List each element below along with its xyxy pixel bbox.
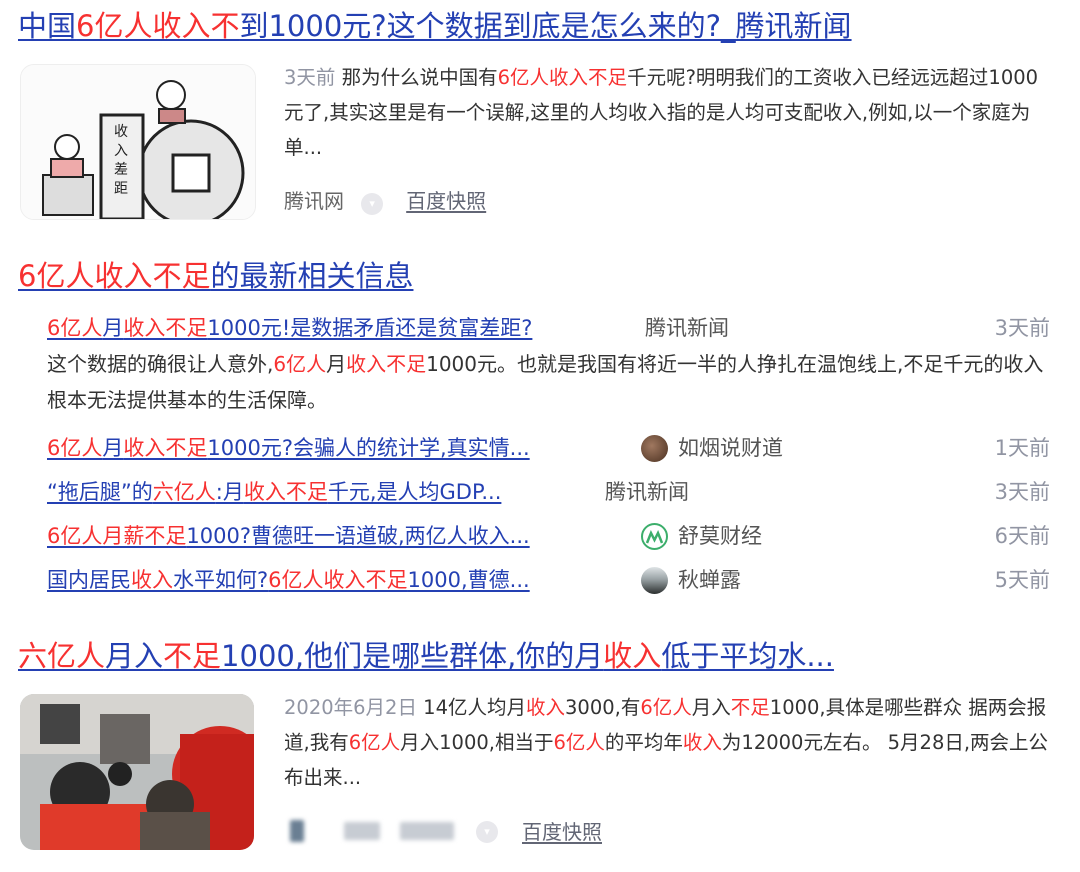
text-run: 月 <box>102 316 124 340</box>
news-item-date: 5天前 <box>994 568 1050 592</box>
result-thumbnail-3[interactable] <box>20 694 254 850</box>
result-title-3[interactable]: 六亿人月入不足1000,他们是哪些群体,你的月收入低于平均水... <box>18 636 834 676</box>
highlight-text: 6亿人 <box>273 352 327 376</box>
news-item-title[interactable]: 国内居民收入水平如何?6亿人收入不足1000,曹德... <box>47 562 530 598</box>
text-run: 3000,有 <box>565 696 641 719</box>
highlight-text: 不足 <box>730 696 770 719</box>
result-snippet-1: 3天前 那为什么说中国有6亿人收入不足千元呢?明明我们的工资收入已经远远超过10… <box>284 60 1054 165</box>
snapshot-link-3[interactable]: 百度快照 <box>522 816 602 848</box>
news-item-title[interactable]: 6亿人月收入不足1000元?会骗人的统计学,真实情... <box>47 430 530 466</box>
news-item-date: 1天前 <box>994 436 1050 460</box>
text-run: 1000?曹德旺一语道破,两亿人收入... <box>186 524 530 548</box>
news-item-top[interactable]: 6亿人月收入不足1000元!是数据矛盾还是贫富差距? 腾讯新闻 3天前 <box>47 310 1050 346</box>
highlight-text: 收入 <box>131 568 173 592</box>
text-run: 1000,他们是哪些群体,你的月 <box>221 639 604 673</box>
news-item-source: 腾讯新闻 <box>645 316 729 340</box>
news-item-date: 6天前 <box>994 524 1050 548</box>
highlight-text: 六亿人 <box>152 480 216 504</box>
blurred-source-icon <box>290 820 304 842</box>
result-source-1[interactable]: 腾讯网 <box>284 189 344 213</box>
highlight-text: 收入 <box>682 731 722 754</box>
news-section-title[interactable]: 6亿人收入不足的最新相关信息 <box>18 256 413 296</box>
result-time-3: 2020年6月2日 <box>284 696 417 719</box>
text-run: 水平如何? <box>173 568 269 592</box>
text-run: 1000元?会骗人的统计学,真实情... <box>207 436 530 460</box>
news-item[interactable]: 6亿人月薪不足1000?曹德旺一语道破,两亿人收入... 舒莫财经 6天前 <box>47 518 1050 554</box>
text-run: 到1000元?这个数据到底是怎么来的?_腾讯新闻 <box>239 9 852 43</box>
source-avatar <box>641 435 668 462</box>
text-run: 的最新相关信息 <box>210 259 414 293</box>
news-item-date: 3天前 <box>994 316 1050 340</box>
text-run: 的平均年 <box>604 731 683 754</box>
news-item-title[interactable]: “拖后腿”的六亿人:月收入不足千元,是人均GDP... <box>47 474 501 510</box>
text-run: 中国 <box>18 9 77 43</box>
news-item-source: 如烟说财道 <box>678 436 783 460</box>
snippet-text: 那为什么说中国有6亿人收入不足千元呢?明明我们的工资收入已经远远超过1000元了… <box>284 66 1038 159</box>
text-run: 千元,是人均GDP... <box>327 480 502 504</box>
highlight-text: 6亿人月薪不足 <box>47 524 187 548</box>
blurred-source-name <box>400 822 454 840</box>
text-run: 1000元!是数据矛盾还是贫富差距? <box>207 316 533 340</box>
highlight-text: 6亿人收入不足 <box>18 259 211 293</box>
source-avatar <box>641 523 668 550</box>
highlight-text: 6亿人 <box>348 731 401 754</box>
news-item-description: 这个数据的确很让人意外,6亿人月收入不足1000元。也就是我国有将近一半的人挣扎… <box>47 346 1047 418</box>
highlight-text: 6亿人 <box>553 731 605 754</box>
news-item[interactable]: 6亿人月收入不足1000元?会骗人的统计学,真实情... 如烟说财道 1天前 <box>47 430 1050 466</box>
text-run: 月 <box>326 352 347 376</box>
news-item[interactable]: 国内居民收入水平如何?6亿人收入不足1000,曹德... 秋蝉露 5天前 <box>47 562 1050 598</box>
highlight-text: 收入不足 <box>346 352 427 376</box>
dropdown-circle-icon[interactable]: ▾ <box>361 192 384 215</box>
text-run: 那为什么说中国有 <box>341 66 498 89</box>
highlight-text: 不足 <box>163 639 222 673</box>
highlight-text: 收入不足 <box>243 480 328 504</box>
dropdown-circle-icon[interactable]: ▾ <box>476 821 498 843</box>
text-run: 这个数据的确很让人意外, <box>47 352 274 376</box>
news-item[interactable]: “拖后腿”的六亿人:月收入不足千元,是人均GDP... 腾讯新闻 3天前 <box>47 474 1050 510</box>
text-run: 月入 <box>691 696 731 719</box>
result-meta-1: 腾讯网 ▾ 百度快照 <box>284 186 486 216</box>
news-item-title[interactable]: 6亿人月收入不足1000元!是数据矛盾还是贫富差距? <box>47 310 532 346</box>
result-title-1[interactable]: 中国6亿人收入不到1000元?这个数据到底是怎么来的?_腾讯新闻 <box>18 6 852 46</box>
text-run: 国内居民 <box>47 568 131 592</box>
text-run: 1000,曹德... <box>407 568 530 592</box>
text-run: 月入 <box>105 639 164 673</box>
highlight-text: 6亿人收入不足 <box>268 568 408 592</box>
highlight-text: 6亿人收入不 <box>76 9 240 43</box>
result-thumbnail-1[interactable]: 收入差距 <box>20 64 256 220</box>
highlight-text: 收入不足 <box>123 316 208 340</box>
news-item-source: 舒莫财经 <box>678 524 762 548</box>
result-time-1: 3天前 <box>284 66 336 89</box>
highlight-text: 6亿人 <box>640 696 692 719</box>
highlight-text: 6亿人 <box>47 316 103 340</box>
highlight-text: 六亿人 <box>18 639 106 673</box>
thumbnail-label: 收入差距 <box>114 124 128 197</box>
highlight-text: 收入不足 <box>123 436 208 460</box>
snapshot-link-1[interactable]: 百度快照 <box>406 189 486 213</box>
text-run: 14亿人均月 <box>423 696 526 719</box>
news-item-source: 秋蝉露 <box>678 568 741 592</box>
highlight-text: 6亿人收入不足 <box>497 66 628 89</box>
text-run: 月入1000,相当于 <box>400 731 554 754</box>
text-run: :月 <box>215 480 244 504</box>
blurred-source-name <box>344 822 380 840</box>
text-run: “拖后腿”的 <box>47 480 153 504</box>
news-item-source: 腾讯新闻 <box>605 480 689 504</box>
news-item-title[interactable]: 6亿人月薪不足1000?曹德旺一语道破,两亿人收入... <box>47 518 530 554</box>
highlight-text: 6亿人 <box>47 436 103 460</box>
result-snippet-3: 2020年6月2日 14亿人均月收入3000,有6亿人月入不足1000,具体是哪… <box>284 690 1054 795</box>
highlight-text: 收入 <box>603 639 662 673</box>
source-avatar <box>641 567 668 594</box>
highlight-text: 收入 <box>525 696 565 719</box>
text-run: 低于平均水... <box>661 639 834 673</box>
news-item-date: 3天前 <box>994 480 1050 504</box>
text-run: 月 <box>102 436 124 460</box>
